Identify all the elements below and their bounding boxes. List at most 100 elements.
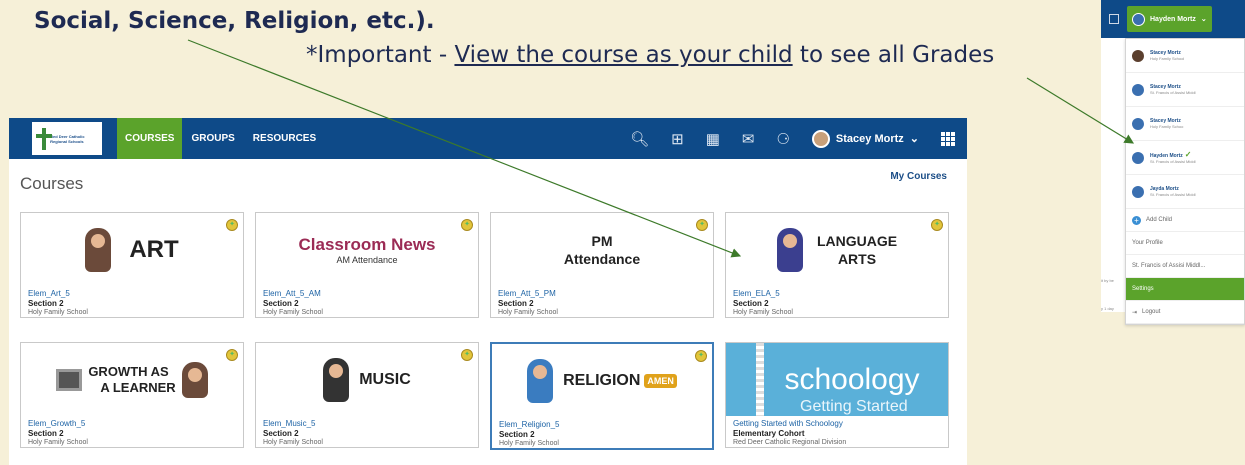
card-image-label: MUSIC bbox=[359, 370, 411, 388]
apps-icon[interactable]: ⊞ bbox=[671, 130, 684, 148]
top-nav: Red Deer Catholic Regional Schools COURS… bbox=[9, 118, 967, 159]
logout-icon: ⇥ bbox=[1132, 309, 1138, 316]
chevron-down-icon: ⌄ bbox=[1200, 16, 1207, 23]
course-image: LANGUAGE ARTS ✦ bbox=[726, 213, 948, 286]
course-school: Holy Family School bbox=[28, 309, 88, 316]
school-link[interactable]: St. Francis of Assisi Middl... bbox=[1126, 255, 1244, 278]
course-section: Section 2 bbox=[28, 299, 64, 308]
course-name[interactable]: Elem_Att_5_AM bbox=[263, 289, 471, 299]
card-image-label: schoology bbox=[784, 362, 920, 396]
badge-icon: ✦ bbox=[461, 349, 473, 361]
course-name[interactable]: Elem_Music_5 bbox=[263, 419, 471, 429]
card-image-label: Classroom News bbox=[298, 234, 436, 254]
add-child-link[interactable]: + Add Child bbox=[1126, 209, 1244, 232]
schoology-app: Red Deer Catholic Regional Schools COURS… bbox=[9, 118, 967, 465]
bitmoji-figure bbox=[85, 227, 112, 272]
card-image-sub: A LEARNER bbox=[100, 379, 176, 395]
course-card-schoology[interactable]: schoology Getting Started Getting Starte… bbox=[725, 342, 949, 448]
account-school: Holy Family Schoo bbox=[1150, 124, 1184, 129]
cross-icon bbox=[36, 127, 53, 150]
avatar bbox=[811, 129, 830, 148]
course-card-religion[interactable]: RELIGION AMEN ✦ Elem_Religion_5 Section … bbox=[490, 342, 714, 450]
mail-icon[interactable]: ✉ bbox=[742, 130, 755, 148]
important-link[interactable]: View the course as your child bbox=[454, 42, 792, 68]
course-name[interactable]: Elem_Art_5 bbox=[28, 289, 236, 299]
course-school: Holy Family School bbox=[263, 309, 323, 316]
course-school: Red Deer Catholic Regional Division bbox=[733, 439, 847, 446]
account-item[interactable]: Jayda Mortz St. Francis of Assisi Middl bbox=[1126, 175, 1244, 209]
calendar-icon[interactable] bbox=[1109, 14, 1119, 24]
current-user-name: Hayden Mortz bbox=[1150, 15, 1196, 23]
account-school: Holy Family School bbox=[1150, 56, 1185, 61]
bell-icon[interactable]: ⚆ bbox=[776, 130, 789, 148]
course-card-music[interactable]: MUSIC ✦ Elem_Music_5 Section 2 Holy Fami… bbox=[255, 342, 479, 448]
course-name[interactable]: Getting Started with Schoology bbox=[733, 419, 941, 429]
bitmoji-figure bbox=[776, 227, 803, 272]
course-image: MUSIC ✦ bbox=[256, 343, 478, 416]
course-name[interactable]: Elem_ELA_5 bbox=[733, 289, 941, 299]
laptop-icon bbox=[56, 368, 83, 391]
settings-link[interactable]: Settings bbox=[1126, 278, 1244, 301]
calendar-icon[interactable]: ▦ bbox=[706, 130, 720, 148]
course-school: Holy Family School bbox=[499, 440, 559, 447]
your-profile-link[interactable]: Your Profile bbox=[1126, 232, 1244, 255]
bitmoji-figure bbox=[181, 361, 208, 398]
course-name[interactable]: Elem_Growth_5 bbox=[28, 419, 236, 429]
course-image: schoology Getting Started bbox=[726, 343, 948, 416]
account-item[interactable]: Stacey Mortz Holy Family Schoo bbox=[1126, 107, 1244, 141]
account-item[interactable]: Stacey Mortz Holy Family School bbox=[1126, 39, 1244, 73]
account-item-selected[interactable]: Hayden Mortz ✓ St. Francis of Assisi Middl bbox=[1126, 141, 1244, 175]
annotation-heading: Social, Science, Religion, etc.). bbox=[34, 8, 435, 34]
card-image-sub: AM Attendance bbox=[336, 254, 398, 265]
nav-courses[interactable]: COURSES bbox=[117, 118, 183, 159]
nav-groups[interactable]: GROUPS bbox=[182, 118, 243, 159]
account-dropdown-screenshot: Hayden Mortz ⌄ it by be y 1 day Stacey M… bbox=[1101, 0, 1245, 325]
account-school: St. Francis of Assisi Middl bbox=[1150, 192, 1196, 197]
card-image-sub: Attendance bbox=[563, 250, 641, 267]
avatar bbox=[1132, 185, 1144, 198]
avatar bbox=[1132, 151, 1144, 164]
card-image-sub: ARTS bbox=[837, 250, 877, 267]
waffle-grid-icon[interactable] bbox=[941, 131, 955, 146]
search-icon[interactable]: 🔍︎ bbox=[630, 130, 649, 148]
account-menu: Stacey Mortz Holy Family School Stacey Mo… bbox=[1125, 38, 1245, 325]
logo-text: Red Deer Catholic Regional Schools bbox=[50, 133, 85, 144]
course-card-growth[interactable]: GROWTH AS A LEARNER ✦ Elem_Growth_5 Sect… bbox=[20, 342, 244, 448]
course-name[interactable]: Elem_Religion_5 bbox=[499, 420, 705, 430]
nav-right: 🔍︎ ⊞ ▦ ✉ ⚆ Stacey Mortz ⌄ bbox=[630, 129, 967, 148]
card-image-label: LANGUAGE bbox=[816, 232, 898, 249]
course-card-art[interactable]: ART ✦ Elem_Art_5 Section 2 Holy Family S… bbox=[20, 212, 244, 318]
course-section: Section 2 bbox=[733, 299, 769, 308]
course-name[interactable]: Elem_Att_5_PM bbox=[498, 289, 706, 299]
card-image-label: PM bbox=[591, 232, 613, 249]
course-school: Holy Family School bbox=[733, 309, 793, 316]
badge-icon: ✦ bbox=[226, 219, 238, 231]
side-text: y 1 day bbox=[1101, 306, 1114, 311]
logout-link[interactable]: ⇥ Logout bbox=[1126, 301, 1244, 324]
chevron-down-icon: ⌄ bbox=[909, 133, 919, 145]
account-item[interactable]: Stacey Mortz St. Francis of Assisi Middl bbox=[1126, 73, 1244, 107]
course-card-att-am[interactable]: Classroom News AM Attendance ✦ Elem_Att_… bbox=[255, 212, 479, 318]
course-section: Section 2 bbox=[28, 429, 64, 438]
badge-icon: ✦ bbox=[461, 219, 473, 231]
important-prefix: *Important - bbox=[306, 42, 455, 68]
avatar bbox=[1132, 117, 1144, 130]
avatar bbox=[1132, 12, 1145, 26]
nav-resources[interactable]: RESOURCES bbox=[244, 118, 325, 159]
course-card-att-pm[interactable]: PM Attendance ✦ Elem_Att_5_PM Section 2 … bbox=[490, 212, 714, 318]
my-courses-link[interactable]: My Courses bbox=[890, 171, 947, 182]
account-switcher[interactable]: Hayden Mortz ⌄ bbox=[1127, 6, 1212, 32]
badge-icon: ✦ bbox=[226, 349, 238, 361]
dropdown-header: Hayden Mortz ⌄ bbox=[1101, 0, 1245, 38]
badge-icon: ✦ bbox=[695, 350, 707, 362]
course-school: Holy Family School bbox=[263, 439, 323, 446]
course-card-ela[interactable]: LANGUAGE ARTS ✦ Elem_ELA_5 Section 2 Hol… bbox=[725, 212, 949, 318]
card-image-label: GROWTH AS bbox=[88, 363, 169, 379]
user-menu[interactable]: Stacey Mortz ⌄ bbox=[811, 129, 919, 148]
side-text: it by be bbox=[1101, 278, 1114, 283]
course-section: Elementary Cohort bbox=[733, 429, 805, 438]
important-suffix: to see all Grades bbox=[792, 42, 995, 68]
notebook-spiral bbox=[756, 343, 764, 416]
school-logo[interactable]: Red Deer Catholic Regional Schools bbox=[32, 122, 102, 155]
card-image-label: ART bbox=[129, 235, 179, 263]
